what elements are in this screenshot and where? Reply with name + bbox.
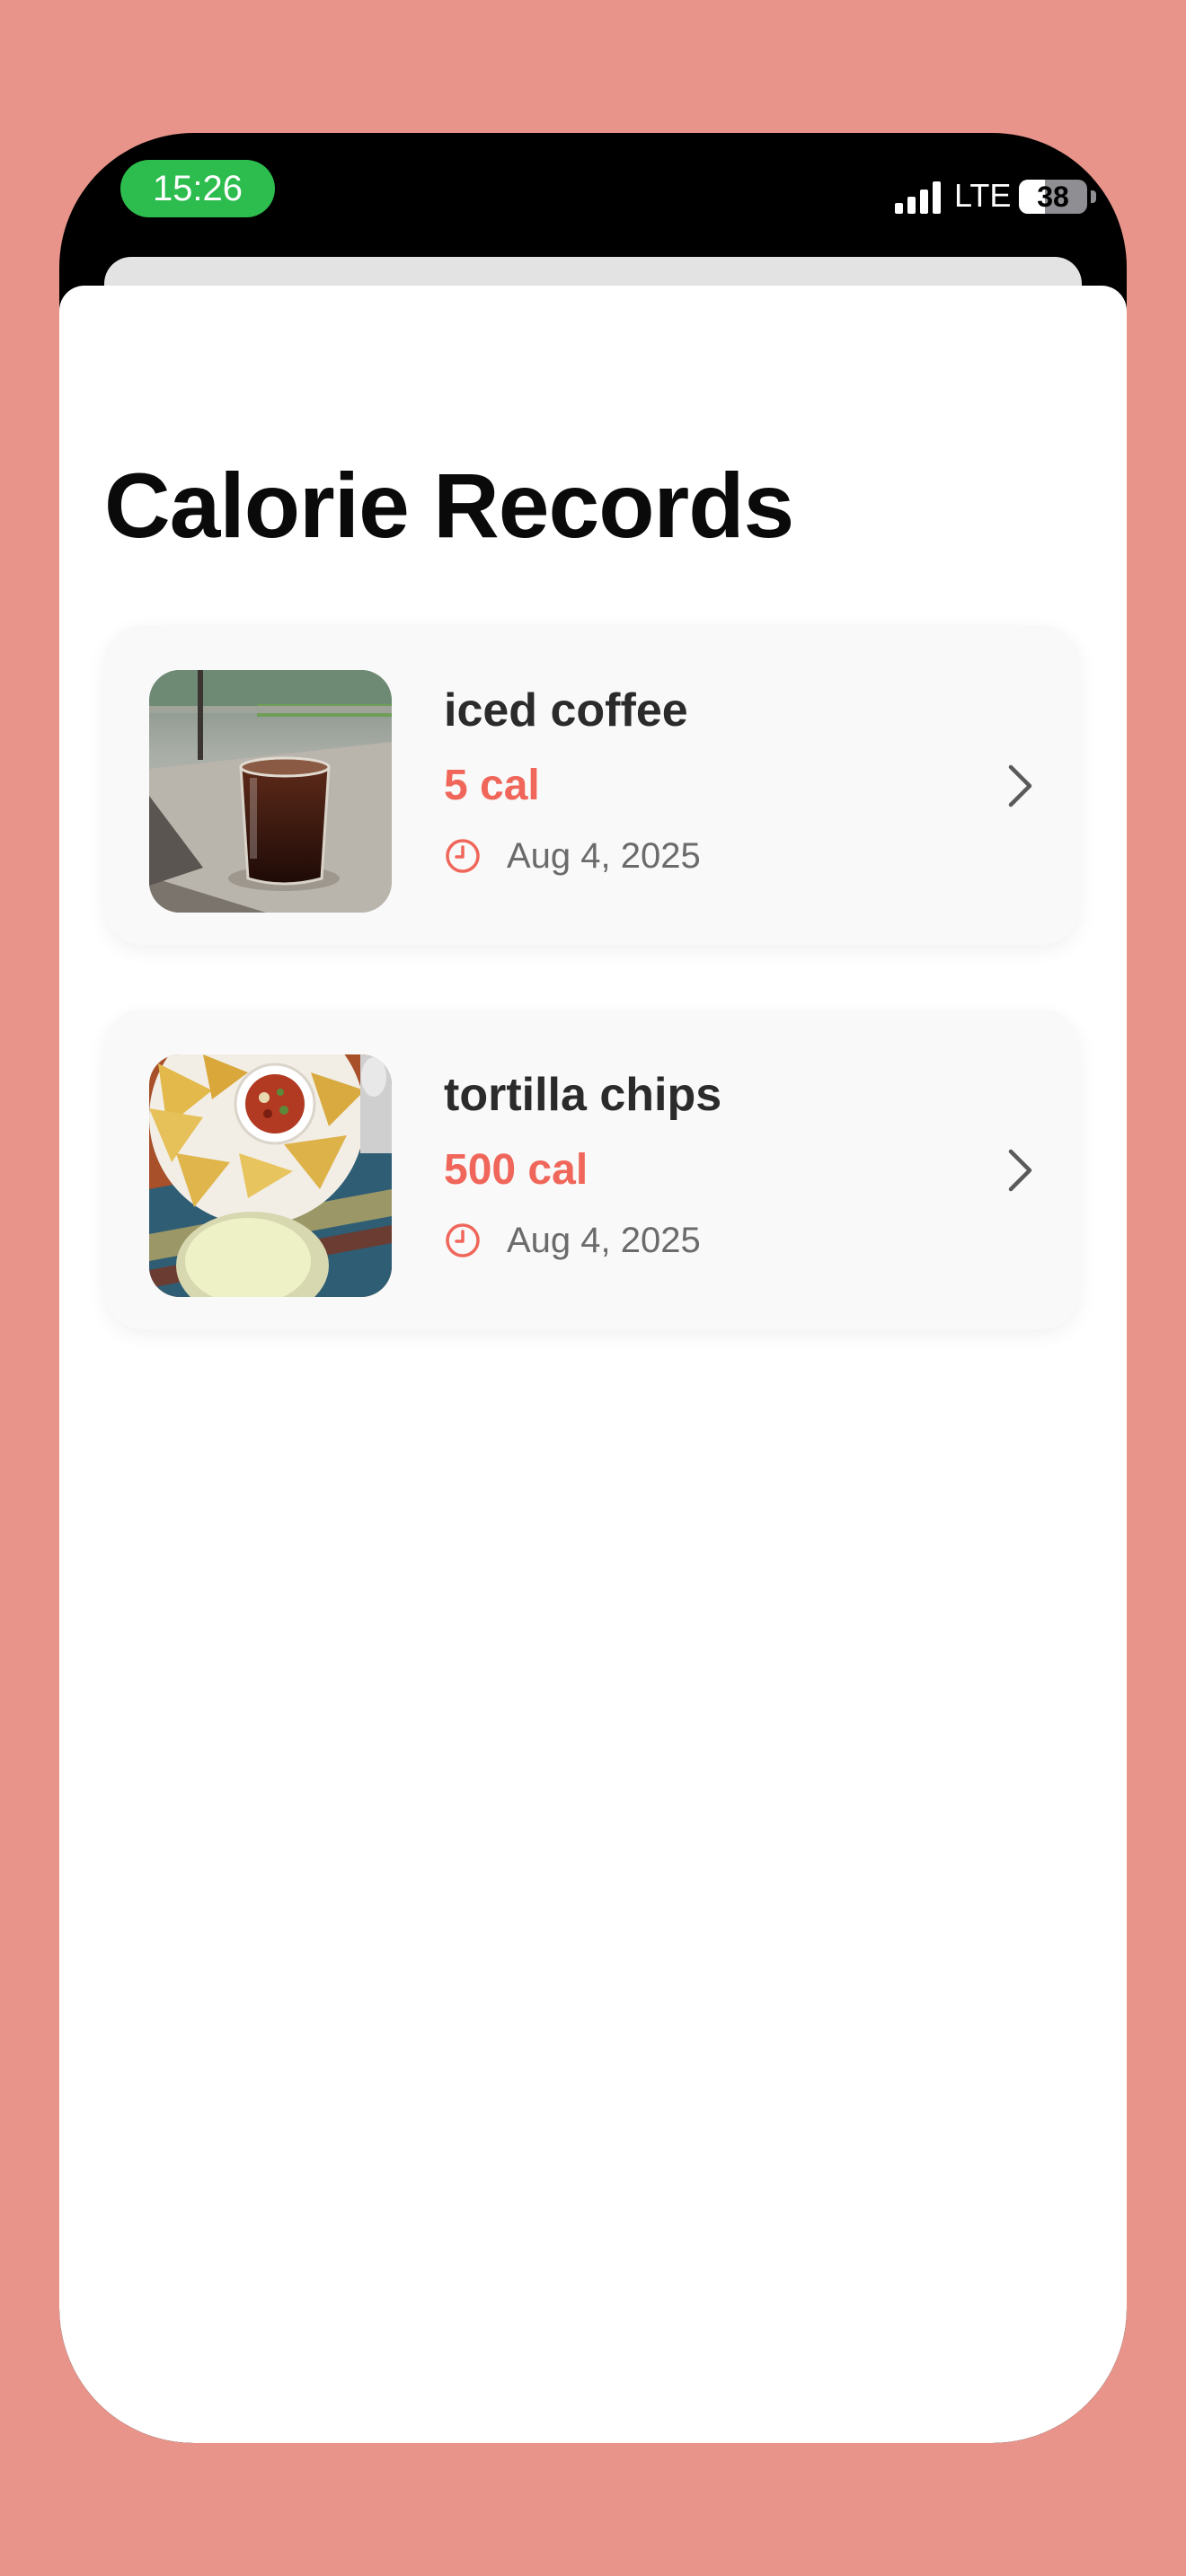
battery-icon: 38 — [1019, 180, 1087, 214]
record-date: Aug 4, 2025 — [507, 1221, 701, 1260]
chevron-right-icon[interactable] — [1006, 1148, 1033, 1193]
status-time[interactable]: 15:26 — [120, 160, 275, 217]
record-name: iced coffee — [444, 684, 688, 737]
chevron-right-icon[interactable] — [1006, 763, 1033, 808]
record-card-tortilla-chips[interactable]: tortilla chips 500 cal Aug 4, 2025 — [104, 1010, 1080, 1329]
record-name: tortilla chips — [444, 1069, 722, 1121]
record-calories: 5 cal — [444, 762, 540, 809]
records-sheet: Calorie Records iced coffee 5 cal Aug 4,… — [59, 286, 1127, 2443]
record-date: Aug 4, 2025 — [507, 836, 701, 876]
battery-cap — [1091, 190, 1096, 203]
clock-icon — [446, 839, 480, 873]
phone-frame: 15:26 LTE 38 Calorie Records iced coffee… — [59, 133, 1127, 2443]
clock-icon — [446, 1223, 480, 1257]
record-calories: 500 cal — [444, 1146, 589, 1194]
iced-coffee-photo — [149, 670, 392, 913]
record-card-iced-coffee[interactable]: iced coffee 5 cal Aug 4, 2025 — [104, 625, 1080, 945]
battery-level: 38 — [1037, 181, 1069, 213]
signal-bars-icon — [895, 181, 941, 214]
record-list: iced coffee 5 cal Aug 4, 2025 tortilla c… — [104, 625, 1080, 1394]
page-title: Calorie Records — [104, 454, 794, 557]
network-type: LTE — [954, 177, 1012, 214]
tortilla-chips-photo — [149, 1054, 392, 1297]
